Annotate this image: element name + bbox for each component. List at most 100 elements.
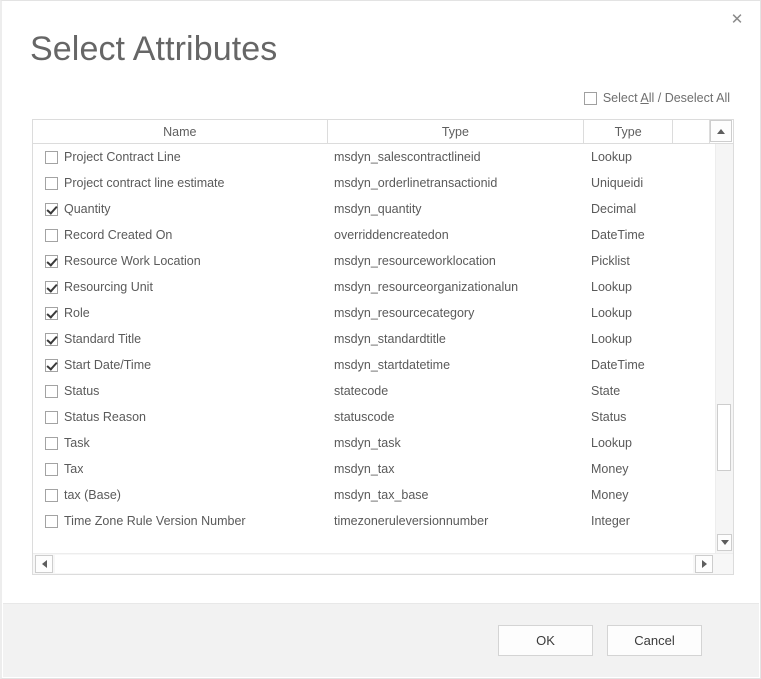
table-row[interactable]: Standard Title msdyn_standardtitleLookup: [33, 326, 715, 352]
attribute-logical-name: msdyn_standardtitle: [328, 332, 585, 346]
attribute-logical-name: overriddencreatedon: [328, 228, 585, 242]
scroll-up-button[interactable]: [710, 120, 732, 142]
attribute-type: State: [585, 384, 674, 398]
attribute-type: Lookup: [585, 150, 674, 164]
attribute-logical-name: msdyn_tax: [328, 462, 585, 476]
attribute-type: DateTime: [585, 358, 674, 372]
attribute-type: Status: [585, 410, 674, 424]
row-checkbox[interactable]: [45, 411, 58, 424]
attribute-type: Uniqueidi: [585, 176, 674, 190]
row-checkbox[interactable]: [45, 177, 58, 190]
cell-name: Status Reason: [33, 410, 328, 424]
cell-name: Quantity: [33, 202, 328, 216]
attribute-logical-name: statecode: [328, 384, 585, 398]
row-checkbox[interactable]: [45, 359, 58, 372]
chevron-up-icon: [717, 129, 725, 134]
scroll-left-button[interactable]: [35, 555, 53, 573]
row-checkbox[interactable]: [45, 333, 58, 346]
table-row[interactable]: Taskmsdyn_taskLookup: [33, 430, 715, 456]
chevron-left-icon: [42, 560, 47, 568]
table-row[interactable]: Resource Work Locationmsdyn_resourcework…: [33, 248, 715, 274]
attribute-display-name: Time Zone Rule Version Number: [64, 514, 246, 528]
select-all-toggle[interactable]: Select All / Deselect All: [584, 91, 730, 105]
row-checkbox[interactable]: [45, 489, 58, 502]
row-checkbox[interactable]: [45, 307, 58, 320]
cell-name: Status: [33, 384, 328, 398]
attribute-logical-name: msdyn_startdatetime: [328, 358, 585, 372]
select-all-label-accel: A: [640, 91, 648, 105]
cell-name: tax (Base): [33, 488, 328, 502]
attribute-logical-name: msdyn_salescontractlineid: [328, 150, 585, 164]
attribute-type: Lookup: [585, 332, 674, 346]
attribute-display-name: Project Contract Line: [64, 150, 181, 164]
cell-name: Project contract line estimate: [33, 176, 328, 190]
row-checkbox[interactable]: [45, 255, 58, 268]
attribute-display-name: tax (Base): [64, 488, 121, 502]
table-row[interactable]: Resourcing Unitmsdyn_resourceorganizatio…: [33, 274, 715, 300]
attribute-type: DateTime: [585, 228, 674, 242]
attribute-type: Lookup: [585, 306, 674, 320]
row-checkbox[interactable]: [45, 203, 58, 216]
cancel-button[interactable]: Cancel: [607, 625, 702, 656]
table-row[interactable]: Taxmsdyn_taxMoney: [33, 456, 715, 482]
attribute-type: Lookup: [585, 280, 674, 294]
table-row[interactable]: Role msdyn_resourcecategoryLookup: [33, 300, 715, 326]
table-row[interactable]: tax (Base)msdyn_tax_baseMoney: [33, 482, 715, 508]
attributes-grid: Name Type Type Project Contract Line msdy…: [32, 119, 734, 575]
row-checkbox[interactable]: [45, 515, 58, 528]
cell-name: Resource Work Location: [33, 254, 328, 268]
row-checkbox[interactable]: [45, 281, 58, 294]
page-title: Select Attributes: [30, 30, 277, 69]
table-row[interactable]: Project contract line estimate msdyn_orde…: [33, 170, 715, 196]
attribute-rows: Project Contract Line msdyn_salescontract…: [33, 144, 715, 553]
cell-name: Record Created On: [33, 228, 328, 242]
attribute-type: Integer: [585, 514, 674, 528]
vertical-scrollbar[interactable]: [715, 144, 733, 553]
attribute-display-name: Start Date/Time: [64, 358, 151, 372]
horizontal-scrollbar-thumb[interactable]: [55, 555, 693, 573]
table-row[interactable]: Record Created On overriddencreatedonDate…: [33, 222, 715, 248]
column-header-name[interactable]: Name: [33, 120, 328, 143]
select-all-checkbox[interactable]: [584, 92, 597, 105]
table-row[interactable]: Status ReasonstatuscodeStatus: [33, 404, 715, 430]
attribute-display-name: Status Reason: [64, 410, 146, 424]
table-row[interactable]: StatusstatecodeState: [33, 378, 715, 404]
attribute-type: Decimal: [585, 202, 674, 216]
attribute-type: Lookup: [585, 436, 674, 450]
column-header-filler[interactable]: [673, 120, 710, 143]
row-checkbox[interactable]: [45, 229, 58, 242]
cell-name: Tax: [33, 462, 328, 476]
column-header-logical[interactable]: Type: [328, 120, 585, 143]
grid-body: Project Contract Line msdyn_salescontract…: [33, 144, 733, 553]
select-attributes-dialog: ✕ Select Attributes Select All / Deselec…: [0, 0, 761, 679]
attribute-display-name: Resourcing Unit: [64, 280, 153, 294]
ok-button[interactable]: OK: [498, 625, 593, 656]
scroll-right-button[interactable]: [695, 555, 713, 573]
attribute-display-name: Role: [64, 306, 90, 320]
table-row[interactable]: Start Date/Time msdyn_startdatetimeDateTi…: [33, 352, 715, 378]
attribute-logical-name: msdyn_task: [328, 436, 585, 450]
dialog-footer: OK Cancel: [3, 603, 759, 677]
cell-name: Standard Title: [33, 332, 328, 346]
attribute-display-name: Record Created On: [64, 228, 172, 242]
close-icon[interactable]: ✕: [720, 5, 754, 33]
vertical-scrollbar-thumb[interactable]: [717, 404, 731, 471]
table-row[interactable]: Project Contract Line msdyn_salescontract…: [33, 144, 715, 170]
chevron-right-icon: [702, 560, 707, 568]
row-checkbox[interactable]: [45, 151, 58, 164]
attribute-logical-name: msdyn_orderlinetransactionid: [328, 176, 585, 190]
attribute-display-name: Standard Title: [64, 332, 141, 346]
table-row[interactable]: Time Zone Rule Version Numbertimezonerul…: [33, 508, 715, 534]
attribute-display-name: Project contract line estimate: [64, 176, 225, 190]
attribute-logical-name: msdyn_resourcecategory: [328, 306, 585, 320]
table-row[interactable]: Quantitymsdyn_quantityDecimal: [33, 196, 715, 222]
row-checkbox[interactable]: [45, 463, 58, 476]
horizontal-scrollbar[interactable]: [33, 553, 733, 574]
column-header-type[interactable]: Type: [584, 120, 673, 143]
scroll-down-button[interactable]: [717, 534, 732, 551]
select-all-label-after: ll / Deselect All: [649, 91, 730, 105]
cell-name: Resourcing Unit: [33, 280, 328, 294]
cell-name: Task: [33, 436, 328, 450]
row-checkbox[interactable]: [45, 437, 58, 450]
row-checkbox[interactable]: [45, 385, 58, 398]
